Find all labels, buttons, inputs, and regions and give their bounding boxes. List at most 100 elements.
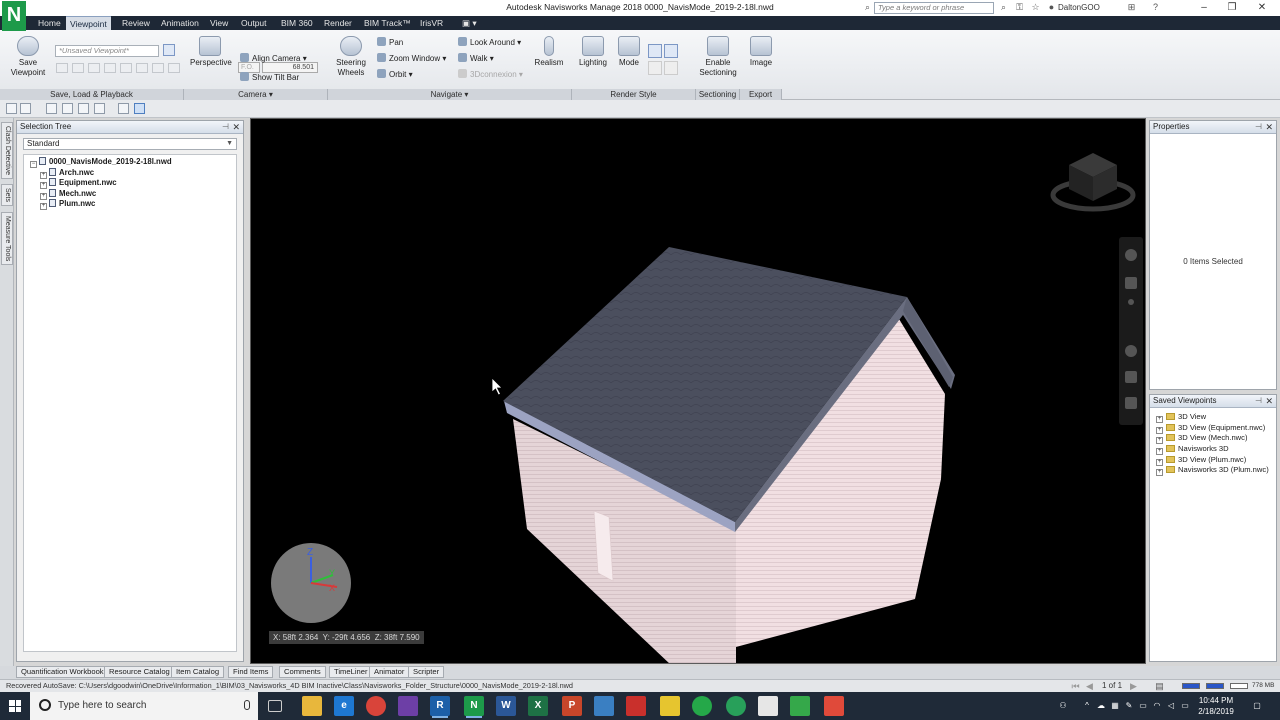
help-icon[interactable]: ? bbox=[1150, 2, 1161, 13]
remote-desktop-icon[interactable] bbox=[594, 696, 614, 716]
surfaces-icon[interactable] bbox=[648, 44, 662, 58]
tray-chevron-icon[interactable]: ^ bbox=[1082, 701, 1092, 711]
tab-view[interactable]: View bbox=[206, 16, 232, 30]
tab-bimtrack[interactable]: BIM Track™ bbox=[360, 16, 415, 30]
show-tilt-bar-button[interactable]: Show Tilt Bar bbox=[240, 72, 299, 84]
play-button[interactable] bbox=[136, 63, 148, 73]
mode-button[interactable]: Mode bbox=[614, 36, 644, 68]
tab-clash-detective[interactable]: Clash Detective bbox=[1, 122, 13, 180]
perspective-button[interactable]: Perspective bbox=[190, 36, 232, 68]
viewpoint-item[interactable]: + Navisworks 3D (Plum.nwc) bbox=[1156, 465, 1276, 477]
ribbon-minimize-icon[interactable]: ▣ ▾ bbox=[458, 16, 481, 30]
expand-icon[interactable]: + bbox=[1156, 416, 1163, 423]
open-file-icon[interactable] bbox=[20, 103, 31, 114]
tab-comments[interactable]: Comments bbox=[279, 666, 326, 678]
steering-wheel-icon[interactable] bbox=[1125, 249, 1137, 261]
tab-item-catalog[interactable]: Item Catalog bbox=[171, 666, 225, 678]
print-icon[interactable] bbox=[62, 103, 73, 114]
teams-chat-icon[interactable] bbox=[726, 696, 746, 716]
orbit-icon[interactable] bbox=[1125, 345, 1137, 357]
camtasia-icon[interactable] bbox=[790, 696, 810, 716]
3d-viewport[interactable]: Z Y X X: 58ft 2.364 Y: -29ft 4.656 Z: 38… bbox=[250, 118, 1146, 664]
panel-export[interactable]: Export bbox=[740, 89, 782, 100]
keyword-search-input[interactable]: Type a keyword or phrase bbox=[874, 2, 994, 14]
battery-icon[interactable]: ▭ bbox=[1138, 701, 1148, 711]
tab-resource-catalog[interactable]: Resource Catalog bbox=[104, 666, 175, 678]
pin-icon[interactable]: ⊣ bbox=[1255, 395, 1262, 407]
search-icon[interactable]: ⌕ bbox=[998, 2, 1009, 13]
tab-find-items[interactable]: Find Items bbox=[228, 666, 274, 678]
tab-irisvr[interactable]: IrisVR bbox=[416, 16, 447, 30]
restore-icon[interactable]: ❐ bbox=[1216, 0, 1248, 16]
refresh-icon[interactable] bbox=[118, 103, 129, 114]
notepad-icon[interactable] bbox=[758, 696, 778, 716]
microphone-icon[interactable] bbox=[244, 700, 250, 710]
tree-item[interactable]: + Mech.nwc bbox=[24, 188, 236, 200]
previous-sheet-icon[interactable]: ◀ bbox=[1084, 681, 1095, 692]
house-model[interactable]: Z Y X bbox=[251, 119, 1146, 664]
tab-viewpoint[interactable]: Viewpoint bbox=[66, 16, 111, 30]
people-icon[interactable]: ⚇ bbox=[1058, 701, 1068, 711]
app-logo[interactable]: N bbox=[2, 1, 26, 31]
pause-button[interactable] bbox=[120, 63, 132, 73]
next-key-button[interactable] bbox=[152, 63, 164, 73]
points-icon[interactable] bbox=[648, 61, 662, 75]
network-icon[interactable]: ▦ bbox=[1110, 701, 1120, 711]
tab-animator[interactable]: Animator bbox=[369, 666, 410, 678]
previous-key-button[interactable] bbox=[72, 63, 84, 73]
onedrive-icon[interactable]: ☁ bbox=[1096, 701, 1106, 711]
orbit-button[interactable]: Orbit ▾ bbox=[377, 69, 413, 81]
wifi-icon[interactable]: ◠ bbox=[1152, 701, 1162, 711]
excel-icon[interactable]: X bbox=[528, 696, 548, 716]
walk-button[interactable]: Walk ▾ bbox=[458, 53, 494, 65]
revit-icon[interactable]: R bbox=[430, 696, 450, 716]
navisworks-icon[interactable]: N bbox=[464, 696, 484, 716]
maps-icon[interactable] bbox=[692, 696, 712, 716]
expand-icon[interactable]: + bbox=[40, 203, 47, 211]
walk-icon[interactable] bbox=[1125, 371, 1137, 383]
pen-icon[interactable]: ✎ bbox=[1124, 701, 1134, 711]
user-name[interactable]: DaltonGOO bbox=[1058, 3, 1100, 12]
zoom-window-button[interactable]: Zoom Window ▾ bbox=[377, 53, 446, 65]
viewpoint-item[interactable]: +3D View (Equipment.nwc) bbox=[1156, 423, 1276, 434]
look-around-button[interactable]: Look Around ▾ bbox=[458, 37, 521, 49]
viewpoint-item[interactable]: +3D View bbox=[1156, 412, 1276, 423]
text-icon[interactable] bbox=[664, 61, 678, 75]
tab-output[interactable]: Output bbox=[237, 16, 271, 30]
first-frame-button[interactable] bbox=[56, 63, 68, 73]
tab-animation[interactable]: Animation bbox=[157, 16, 203, 30]
tab-render[interactable]: Render bbox=[320, 16, 356, 30]
volume-icon[interactable]: ◁ bbox=[1166, 701, 1176, 711]
panel-save-load-playback[interactable]: Save, Load & Playback bbox=[0, 89, 184, 100]
panel-camera[interactable]: Camera ▾ bbox=[184, 89, 328, 100]
tree-item[interactable]: + Equipment.nwc bbox=[24, 178, 236, 190]
close-icon[interactable]: ✕ bbox=[1265, 121, 1273, 133]
notifications-icon[interactable]: ▢ bbox=[1252, 701, 1262, 711]
manage-viewpoints-icon[interactable] bbox=[163, 44, 175, 56]
recorder-icon[interactable] bbox=[824, 696, 844, 716]
help-binoculars-icon[interactable]: ⌕ bbox=[862, 2, 873, 13]
task-view-icon[interactable] bbox=[268, 700, 282, 712]
save-icon[interactable] bbox=[46, 103, 57, 114]
first-sheet-icon[interactable]: ⏮ bbox=[1070, 681, 1081, 692]
tab-home[interactable]: Home bbox=[34, 16, 65, 30]
selection-tree-mode-dropdown[interactable]: Standard ▼ bbox=[23, 138, 237, 150]
next-sheet-icon[interactable]: ▶ bbox=[1128, 681, 1139, 692]
acrobat-icon[interactable] bbox=[626, 696, 646, 716]
view-cube[interactable] bbox=[1050, 153, 1136, 212]
word-icon[interactable]: W bbox=[496, 696, 516, 716]
cart-icon[interactable]: ⊞ bbox=[1126, 2, 1137, 13]
expand-icon[interactable]: + bbox=[1156, 469, 1163, 477]
lines-icon[interactable] bbox=[664, 44, 678, 58]
panel-navigate[interactable]: Navigate ▾ bbox=[328, 89, 572, 100]
tab-bim360[interactable]: BIM 360 bbox=[277, 16, 317, 30]
zoom-icon[interactable] bbox=[1128, 299, 1134, 305]
panel-render-style[interactable]: Render Style bbox=[572, 89, 696, 100]
subscription-icon[interactable]: ⚿ bbox=[1014, 2, 1025, 13]
viewpoint-item[interactable]: +3D View (Mech.nwc) bbox=[1156, 433, 1276, 445]
pan-button[interactable]: Pan bbox=[377, 37, 403, 49]
viewpoint-item[interactable]: +3D View (Plum.nwc) bbox=[1156, 455, 1276, 466]
viewpoint-item[interactable]: + Navisworks 3D bbox=[1156, 444, 1276, 456]
realism-button[interactable]: Realism bbox=[532, 36, 566, 68]
tab-review[interactable]: Review bbox=[118, 16, 154, 30]
